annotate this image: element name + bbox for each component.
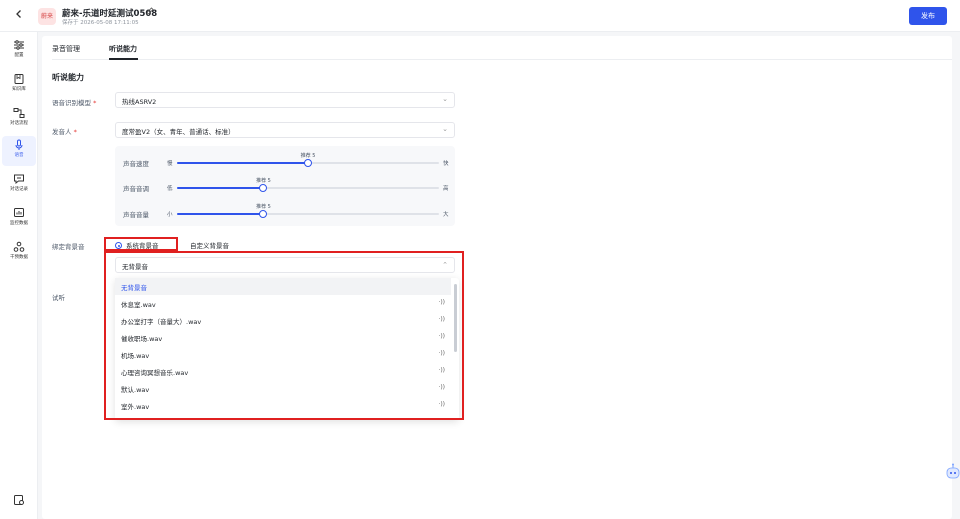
sidebar-item-label: 对话流程 xyxy=(10,121,28,126)
sidebar-item-config[interactable]: 配置 xyxy=(2,36,36,66)
active-tab-indicator xyxy=(109,58,138,60)
speed-label: 声音速度 xyxy=(123,160,149,168)
pitch-max-label: 高 xyxy=(443,186,449,192)
sidebar-item-label: 语音 xyxy=(14,153,24,158)
speaker-value: 度常盈V2（女、青年、普通话、标准） xyxy=(122,128,235,136)
highlight-box-dropdown xyxy=(104,251,464,420)
speed-slider-track[interactable]: 推荐 5 xyxy=(177,153,439,167)
section-title: 听说能力 xyxy=(52,73,84,82)
tab-recording-management[interactable]: 录音管理 xyxy=(52,44,80,54)
app-avatar: 蔚来 xyxy=(38,8,56,25)
left-sidebar: 配置 知识库 对话流程 语音 对话记录 监控数据 干预数据 xyxy=(0,32,38,519)
radio-custom-background[interactable]: 自定义背景音 xyxy=(190,240,229,250)
speaker-label: 发音人 * xyxy=(52,128,77,136)
chevron-down-icon: ⌄ xyxy=(442,125,448,133)
volume-slider-track[interactable]: 推荐 5 xyxy=(177,204,439,218)
top-header: 蔚来 蔚来-乐道时延测试0508 保存于 2026-05-08 17:11:05… xyxy=(0,0,960,32)
sidebar-item-label: 配置 xyxy=(14,53,24,58)
pitch-recommend-tip: 推荐 5 xyxy=(256,178,271,184)
pitch-slider-row: 声音音调 低 推荐 5 高 xyxy=(115,177,455,197)
speed-slider-fill xyxy=(177,162,308,164)
speaker-select[interactable]: 度常盈V2（女、青年、普通话、标准） ⌄ xyxy=(115,122,455,138)
volume-label: 声音音量 xyxy=(123,211,149,219)
pitch-slider-track[interactable]: 推荐 5 xyxy=(177,178,439,192)
asr-model-label: 语音识别模型 * xyxy=(52,99,97,107)
tab-bar: 录音管理 听说能力 xyxy=(52,36,952,60)
microphone-icon xyxy=(15,139,23,150)
book-icon xyxy=(14,74,24,84)
sidebar-item-records[interactable]: 对话记录 xyxy=(2,170,36,200)
publish-button[interactable]: 发布 xyxy=(909,7,947,25)
background-sound-label: 绑定背景音 xyxy=(52,243,85,251)
speed-slider-row: 声音速度 慢 推荐 5 快 xyxy=(115,152,455,172)
sidebar-item-label: 干预数据 xyxy=(10,255,28,260)
settings-doc-icon[interactable] xyxy=(13,494,25,506)
chat-record-icon xyxy=(14,174,24,185)
pitch-label: 声音音调 xyxy=(123,185,149,193)
speed-min-label: 慢 xyxy=(167,161,173,167)
speed-max-label: 快 xyxy=(443,161,449,167)
flow-icon xyxy=(13,108,25,118)
pitch-slider-fill xyxy=(177,187,264,189)
save-timestamp: 保存于 2026-05-08 17:11:05 xyxy=(62,20,139,26)
volume-max-label: 大 xyxy=(443,212,449,218)
edit-pencil-icon[interactable] xyxy=(146,7,154,17)
voice-settings-panel: 声音速度 慢 推荐 5 快 声音音调 低 推荐 5 高 声音音量 小 推荐 5 … xyxy=(115,146,455,226)
volume-slider-fill xyxy=(177,213,264,215)
sidebar-item-label: 对话记录 xyxy=(10,187,28,192)
volume-recommend-tip: 推荐 5 xyxy=(256,204,271,210)
sidebar-item-label: 监控数据 xyxy=(10,221,28,226)
preview-label: 试听 xyxy=(52,294,65,302)
sidebar-item-flow[interactable]: 对话流程 xyxy=(2,104,36,134)
speed-slider-thumb[interactable] xyxy=(304,159,312,167)
sidebar-item-intervention[interactable]: 干预数据 xyxy=(2,238,36,268)
back-arrow-icon[interactable] xyxy=(12,9,26,23)
volume-slider-row: 声音音量 小 推荐 5 大 xyxy=(115,203,455,223)
tab-listen-speak[interactable]: 听说能力 xyxy=(109,44,137,54)
monitor-chart-icon xyxy=(14,208,24,217)
pitch-min-label: 低 xyxy=(167,186,173,192)
sliders-icon xyxy=(14,40,24,50)
sidebar-item-knowledge[interactable]: 知识库 xyxy=(2,70,36,100)
highlight-box-radio xyxy=(104,237,178,251)
pitch-slider-thumb[interactable] xyxy=(259,184,268,192)
sidebar-item-monitor[interactable]: 监控数据 xyxy=(2,204,36,234)
sidebar-item-voice[interactable]: 语音 xyxy=(2,136,36,166)
intervention-icon xyxy=(13,241,25,252)
asr-model-value: 热线ASRV2 xyxy=(122,98,157,106)
assistant-bot-icon[interactable] xyxy=(944,462,960,482)
asr-model-select[interactable]: 热线ASRV2 ⌄ xyxy=(115,92,455,108)
speed-recommend-tip: 推荐 5 xyxy=(300,153,316,159)
volume-min-label: 小 xyxy=(167,212,173,218)
chevron-down-icon: ⌄ xyxy=(442,95,448,103)
sidebar-item-label: 知识库 xyxy=(12,87,26,92)
volume-slider-thumb[interactable] xyxy=(259,210,268,218)
